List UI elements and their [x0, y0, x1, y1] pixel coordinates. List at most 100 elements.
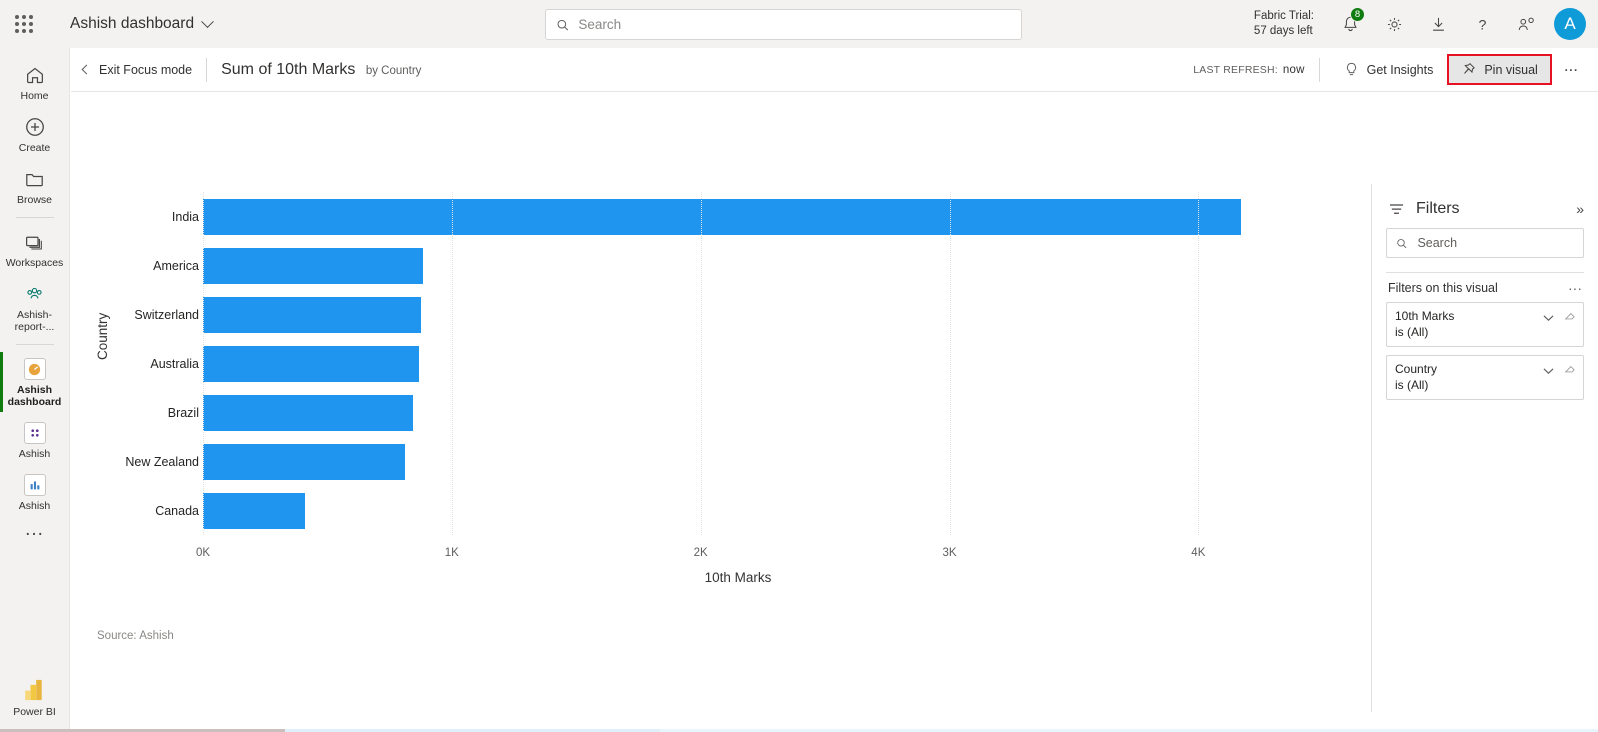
plus-circle-icon: [22, 115, 48, 139]
header-divider-2: [1319, 58, 1320, 82]
chevron-down-icon[interactable]: [1543, 309, 1554, 327]
svg-text:?: ?: [1478, 17, 1486, 33]
filter-field-value: is (All): [1395, 325, 1575, 339]
filters-pane: Filters » Filters on this visual ··· 10t…: [1371, 184, 1598, 712]
download-button[interactable]: [1416, 0, 1460, 48]
question-mark-icon: ?: [1473, 15, 1492, 34]
clear-filter-eraser-icon[interactable]: [1564, 362, 1576, 380]
lightbulb-icon: [1344, 62, 1359, 78]
clear-filter-eraser-icon[interactable]: [1564, 309, 1576, 327]
sidebar-item-ashish-report-visual[interactable]: Ashish: [0, 466, 70, 518]
filter-card-country[interactable]: Country is (All): [1386, 355, 1584, 400]
top-bar-actions: Fabric Trial: 57 days left 8: [1254, 0, 1598, 48]
gridline: [701, 192, 702, 535]
exit-focus-mode-label: Exit Focus mode: [99, 63, 192, 77]
bar-canada[interactable]: [203, 493, 305, 529]
last-refresh-status: LAST REFRESH:now: [1193, 64, 1304, 76]
x-tick-label: 3K: [942, 547, 956, 559]
dashboard-title-dropdown[interactable]: Ashish dashboard: [70, 15, 212, 33]
search-icon: [1396, 237, 1407, 250]
filters-section-more-icon[interactable]: ···: [1568, 284, 1582, 292]
pin-visual-label: Pin visual: [1484, 63, 1538, 77]
filters-title: Filters: [1416, 200, 1460, 218]
feedback-button[interactable]: [1504, 0, 1548, 48]
y-axis-title: Country: [95, 313, 110, 360]
filter-card-10th-marks[interactable]: 10th Marks is (All): [1386, 302, 1584, 347]
x-tick-label: 2K: [694, 547, 708, 559]
category-label: America: [131, 241, 199, 290]
focus-mode-header: Exit Focus mode Sum of 10th Marks by Cou…: [71, 48, 1598, 92]
x-tick-label: 1K: [445, 547, 459, 559]
filters-search-input[interactable]: [1417, 236, 1574, 250]
report-icon: [22, 473, 48, 497]
gridline: [1198, 192, 1199, 535]
sidebar-item-browse[interactable]: Browse: [0, 160, 70, 212]
last-refresh-label: LAST REFRESH:: [1193, 64, 1278, 76]
pin-visual-button[interactable]: Pin visual: [1447, 54, 1552, 85]
sidebar-item-home[interactable]: Home: [0, 56, 70, 108]
category-label: New Zealand: [131, 437, 199, 486]
bar-america[interactable]: [203, 248, 423, 284]
filters-on-this-visual-header: Filters on this visual ···: [1386, 272, 1584, 302]
fabric-trial-status: Fabric Trial: 57 days left: [1254, 9, 1314, 39]
bar-chart[interactable]: Country India America Switzerland Austra…: [71, 92, 1343, 732]
gridline: [203, 192, 204, 535]
search-input[interactable]: [578, 17, 1011, 32]
bar-brazil[interactable]: [203, 395, 413, 431]
user-avatar[interactable]: A: [1554, 8, 1586, 40]
filters-search-box[interactable]: [1386, 228, 1584, 258]
filter-card-actions: [1543, 362, 1576, 380]
sidebar-label-power-bi: Power BI: [13, 706, 56, 718]
gridline: [950, 192, 951, 535]
trial-line-2: 57 days left: [1254, 24, 1314, 39]
x-tick-label: 0K: [196, 547, 210, 559]
download-icon: [1429, 15, 1448, 34]
dashboard-title: Ashish dashboard: [70, 15, 194, 33]
sidebar-item-ashish-dashboard[interactable]: Ashish dashboard: [0, 350, 70, 414]
expand-filters-icon[interactable]: »: [1576, 201, 1582, 217]
get-insights-button[interactable]: Get Insights: [1334, 56, 1444, 84]
header-divider: [206, 58, 207, 82]
help-button[interactable]: ?: [1460, 0, 1504, 48]
waffle-icon: [15, 15, 33, 33]
header-actions: LAST REFRESH:now Get Insights Pin visual…: [1193, 54, 1598, 85]
bar-india[interactable]: [203, 199, 1241, 235]
sidebar-item-create[interactable]: Create: [0, 108, 70, 160]
folder-icon: [22, 167, 48, 191]
powerbi-app-window: Ashish dashboard Fabric Trial: 57 days l…: [0, 0, 1598, 732]
bar-switzerland[interactable]: [203, 297, 421, 333]
category-label: Brazil: [131, 388, 199, 437]
notifications-button[interactable]: 8: [1328, 0, 1372, 48]
sidebar-item-ashish-dataset[interactable]: Ashish: [0, 414, 70, 466]
top-navigation-bar: Ashish dashboard Fabric Trial: 57 days l…: [0, 0, 1598, 48]
ellipsis-icon: ...: [25, 525, 44, 535]
sidebar-label-home: Home: [20, 90, 48, 102]
home-icon: [22, 63, 48, 87]
bar-new-zealand[interactable]: [203, 444, 405, 480]
sidebar-label-browse: Browse: [17, 194, 52, 206]
source-note: Source: Ashish: [97, 630, 174, 642]
visual-title-group: Sum of 10th Marks by Country: [221, 61, 421, 79]
sidebar-more-button[interactable]: ...: [0, 518, 70, 541]
category-label: India: [131, 192, 199, 241]
bar-australia[interactable]: [203, 346, 419, 382]
visual-subtitle: by Country: [366, 65, 422, 77]
chevron-down-icon[interactable]: [1543, 362, 1554, 380]
app-launcher-button[interactable]: [0, 0, 48, 48]
sidebar-label-ashish-dashboard: Ashish dashboard: [2, 384, 68, 408]
sidebar-footer[interactable]: Power BI: [13, 678, 56, 718]
bar-row: [203, 192, 1273, 241]
sidebar-item-workspaces[interactable]: Workspaces: [0, 223, 70, 275]
exit-focus-mode-button[interactable]: Exit Focus mode: [83, 63, 192, 77]
get-insights-label: Get Insights: [1367, 63, 1434, 77]
person-feedback-icon: [1516, 15, 1536, 34]
sidebar-label-ashish-report: Ashish-report-...: [2, 309, 68, 333]
visual-canvas: Country India America Switzerland Austra…: [71, 92, 1598, 732]
sidebar-divider-2: [16, 344, 54, 345]
settings-button[interactable]: [1372, 0, 1416, 48]
sidebar-item-ashish-report[interactable]: Ashish-report-...: [0, 275, 70, 339]
category-label: Australia: [131, 339, 199, 388]
global-search-box[interactable]: [545, 9, 1022, 40]
bar-row: [203, 290, 1273, 339]
more-options-button[interactable]: ...: [1552, 61, 1590, 79]
